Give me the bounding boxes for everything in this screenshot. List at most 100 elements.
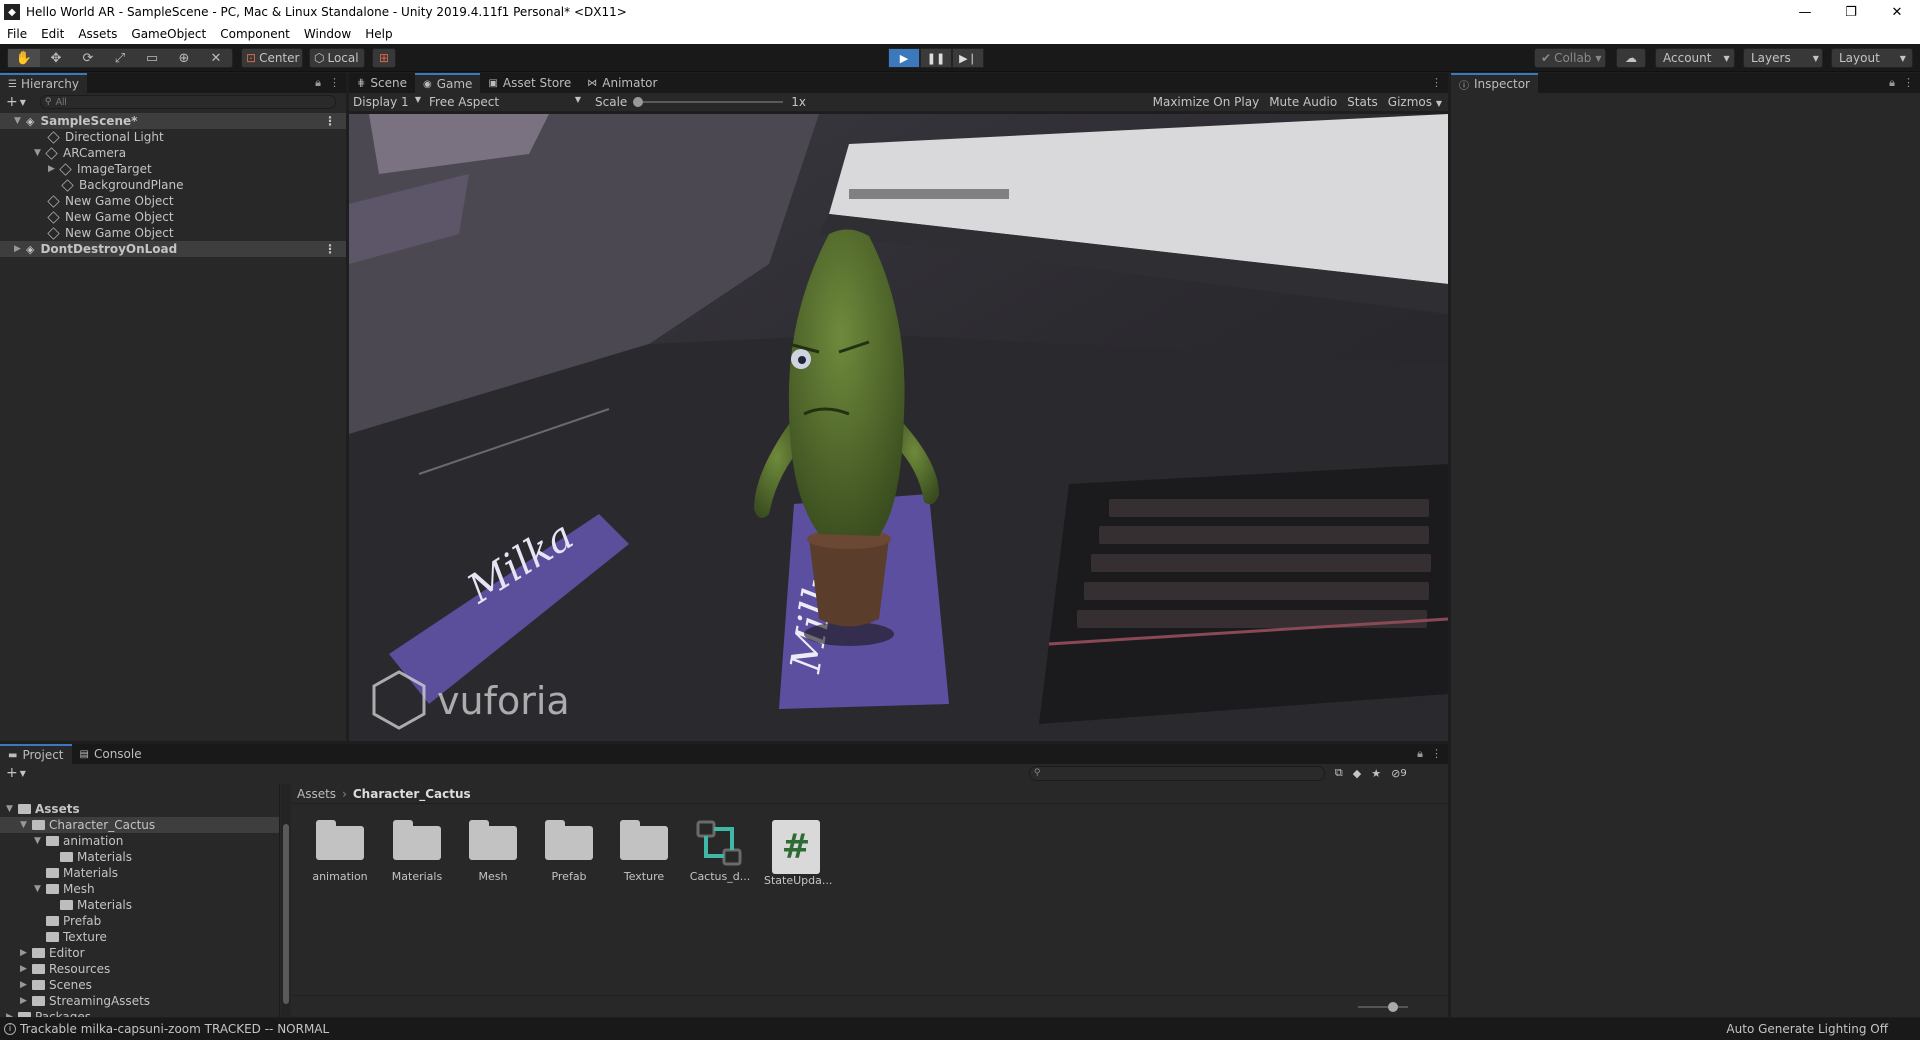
game-view[interactable]: Milka Milka vuforia <box>349 114 1448 741</box>
collapse-arrow-icon[interactable]: ▶ <box>6 1012 18 1017</box>
project-tree-item[interactable]: Materials <box>0 897 279 913</box>
gizmos-dropdown[interactable]: Gizmos ▼ <box>1388 95 1442 109</box>
menu-assets[interactable]: Assets <box>71 27 124 41</box>
expand-arrow-icon[interactable]: ▼ <box>14 116 26 126</box>
cloud-icon[interactable]: ☁ <box>1616 48 1646 68</box>
add-icon[interactable]: + <box>6 765 18 781</box>
breadcrumb-item[interactable]: Character_Cactus <box>353 787 471 801</box>
hierarchy-item[interactable]: New Game Object <box>0 193 346 209</box>
expand-arrow-icon[interactable]: ▼ <box>34 836 46 846</box>
menu-edit[interactable]: Edit <box>34 27 71 41</box>
hierarchy-item[interactable]: ▼ ARCamera <box>0 145 346 161</box>
asset-folder-animation[interactable]: animation <box>308 820 372 883</box>
pivot-space-button[interactable]: ⬡ Local <box>309 48 365 68</box>
favorite-star-icon[interactable]: ★ <box>1371 767 1381 780</box>
collapse-arrow-icon[interactable]: ▶ <box>20 996 32 1006</box>
menu-window[interactable]: Window <box>297 27 358 41</box>
project-tree-item[interactable]: ▶ Scenes <box>0 977 279 993</box>
hidden-packages-icon[interactable]: ⊘ <box>1391 767 1400 780</box>
add-icon[interactable]: + <box>6 94 18 110</box>
maximize-on-play-toggle[interactable]: Maximize On Play <box>1153 95 1260 109</box>
hierarchy-item[interactable]: New Game Object <box>0 225 346 241</box>
chevron-down-icon[interactable]: ▼ <box>20 98 26 107</box>
minimize-icon[interactable]: — <box>1782 0 1828 24</box>
project-tree-item[interactable]: Prefab <box>0 913 279 929</box>
collapse-arrow-icon[interactable]: ▶ <box>14 244 26 254</box>
tab-inspector[interactable]: ⓘ Inspector <box>1451 73 1538 93</box>
pivot-center-button[interactable]: ⊡ Center <box>241 48 303 68</box>
lock-icon[interactable]: 🔒︎ <box>1889 76 1895 90</box>
display-dropdown[interactable]: Display 1 ▼ <box>349 95 425 109</box>
scale-tool-icon[interactable]: ⤢ <box>104 49 136 67</box>
slider-thumb[interactable] <box>1388 1002 1398 1012</box>
hierarchy-item[interactable]: BackgroundPlane <box>0 177 346 193</box>
collapse-arrow-icon[interactable]: ▶ <box>20 964 32 974</box>
project-tree-item[interactable]: ▼ Mesh <box>0 881 279 897</box>
project-tree-item[interactable]: ▶ Resources <box>0 961 279 977</box>
hierarchy-item[interactable]: New Game Object <box>0 209 346 225</box>
close-icon[interactable]: ✕ <box>1874 0 1920 24</box>
scrollbar-thumb[interactable] <box>283 824 289 1004</box>
menu-component[interactable]: Component <box>213 27 297 41</box>
asset-folder-materials[interactable]: Materials <box>385 820 449 883</box>
project-tree-item[interactable]: ▶ StreamingAssets <box>0 993 279 1009</box>
rotate-tool-icon[interactable]: ⟳ <box>72 49 104 67</box>
lock-icon[interactable]: 🔒︎ <box>315 76 321 90</box>
label-icon[interactable]: ◆ <box>1353 767 1361 780</box>
expand-arrow-icon[interactable]: ▼ <box>6 804 18 814</box>
hand-tool-icon[interactable]: ✋ <box>8 49 40 67</box>
tab-asset-store[interactable]: ▣ Asset Store <box>480 73 579 93</box>
hierarchy-item[interactable]: ▶ ImageTarget <box>0 161 346 177</box>
step-icon[interactable]: ▶❘ <box>952 48 984 68</box>
breadcrumb-item[interactable]: Assets <box>297 787 336 801</box>
search-input[interactable] <box>55 96 316 108</box>
project-tree-item[interactable]: ▶ Editor <box>0 945 279 961</box>
project-tree-item[interactable]: Texture <box>0 929 279 945</box>
custom-tool-icon[interactable]: ✕ <box>200 49 232 67</box>
asset-animator-controller[interactable]: Cactus_d... <box>688 820 752 883</box>
collapse-arrow-icon[interactable]: ▶ <box>20 948 32 958</box>
tab-animator[interactable]: ⋈ Animator <box>579 73 665 93</box>
chevron-down-icon[interactable]: ▼ <box>20 769 26 778</box>
project-tree-item[interactable]: ▼ Assets <box>0 801 279 817</box>
tree-scrollbar[interactable] <box>281 784 291 1017</box>
project-search[interactable]: ⚲ <box>1028 765 1325 781</box>
hierarchy-item[interactable]: ▶ ◈ DontDestroyOnLoad ⋮ <box>0 241 346 257</box>
layout-dropdown[interactable]: Layout ▼ <box>1831 48 1913 68</box>
menu-dots-icon[interactable]: ⋮ <box>324 242 336 256</box>
rect-tool-icon[interactable]: ▭ <box>136 49 168 67</box>
asset-folder-texture[interactable]: Texture <box>612 820 676 883</box>
slider-thumb[interactable] <box>633 97 644 107</box>
menu-dots-icon[interactable]: ⋮ <box>1431 747 1442 761</box>
pause-icon[interactable]: ❚❚ <box>920 48 952 68</box>
project-tree-item[interactable]: Materials <box>0 865 279 881</box>
filter-type-icon[interactable]: ⧉ <box>1335 766 1343 780</box>
mute-audio-toggle[interactable]: Mute Audio <box>1269 95 1337 109</box>
account-dropdown[interactable]: Account ▼ <box>1655 48 1735 68</box>
scale-slider[interactable] <box>633 97 784 107</box>
menu-dots-icon[interactable]: ⋮ <box>324 114 336 128</box>
hierarchy-search[interactable]: ⚲ <box>39 95 336 109</box>
asset-script[interactable]: # StateUpda... <box>764 820 832 887</box>
menu-dots-icon[interactable]: ⋮ <box>1903 76 1914 90</box>
project-tree-item[interactable]: ▼ Character_Cactus <box>0 817 279 833</box>
menu-file[interactable]: File <box>0 27 34 41</box>
aspect-dropdown[interactable]: Free Aspect ▼ <box>425 95 587 109</box>
status-message[interactable]: Trackable milka-capsuni-zoom TRACKED -- … <box>20 1022 329 1036</box>
project-tree-item[interactable]: ▶ Packages <box>0 1009 279 1017</box>
zoom-slider[interactable] <box>1358 1002 1408 1012</box>
play-icon[interactable]: ▶ <box>888 48 920 68</box>
collab-dropdown[interactable]: ✔ Collab ▼ <box>1534 48 1606 68</box>
hierarchy-item[interactable]: Directional Light <box>0 129 346 145</box>
lock-icon[interactable]: 🔒︎ <box>1417 747 1423 761</box>
project-tree-item[interactable]: ▼ animation <box>0 833 279 849</box>
lighting-status[interactable]: Auto Generate Lighting Off <box>1726 1022 1888 1036</box>
menu-help[interactable]: Help <box>358 27 399 41</box>
collapse-arrow-icon[interactable]: ▶ <box>20 980 32 990</box>
tab-console[interactable]: ▤ Console <box>72 744 150 764</box>
tab-game[interactable]: ◉ Game <box>414 73 481 93</box>
menu-dots-icon[interactable]: ⋮ <box>1431 76 1442 89</box>
asset-folder-prefab[interactable]: Prefab <box>537 820 601 883</box>
asset-folder-mesh[interactable]: Mesh <box>461 820 525 883</box>
transform-tool-icon[interactable]: ⊕ <box>168 49 200 67</box>
